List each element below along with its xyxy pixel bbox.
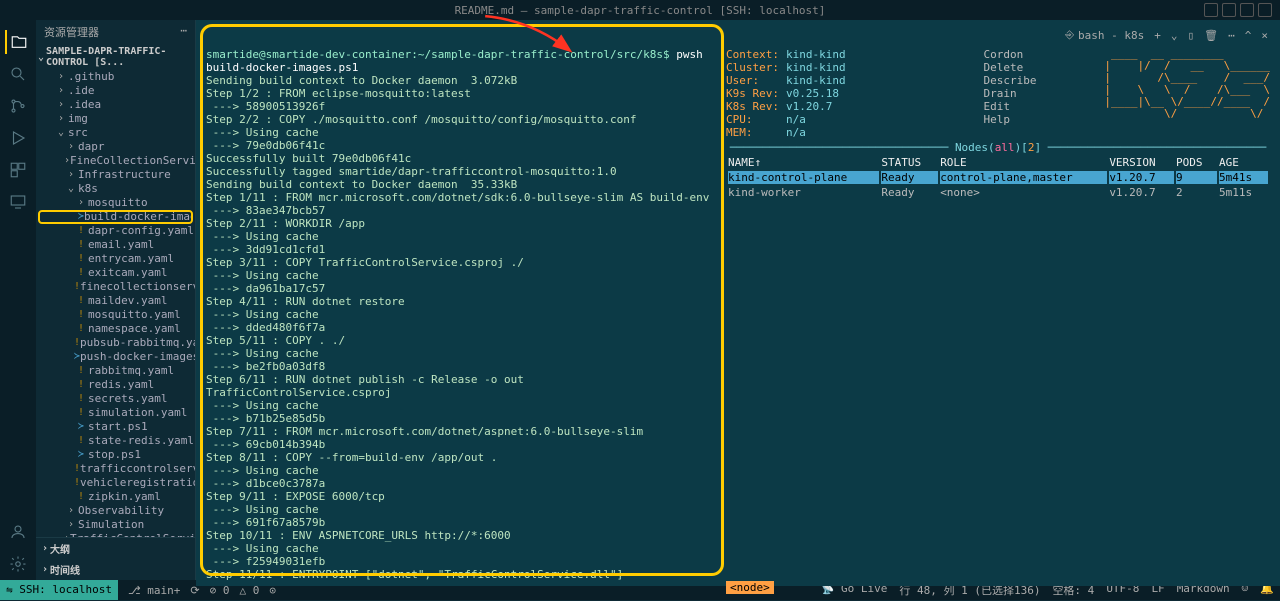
explorer-sidebar: 资源管理器 ⋯ ⌄ SAMPLE-DAPR-TRAFFIC-CONTROL [S…	[36, 20, 196, 580]
run-debug-icon[interactable]	[6, 126, 30, 150]
folder-item[interactable]: › Observability	[36, 504, 195, 518]
file-item[interactable]: ! trafficcontrolservice.yaml	[36, 462, 195, 476]
window-controls	[1204, 3, 1272, 17]
file-item[interactable]: ! secrets.yaml	[36, 392, 195, 406]
folder-item[interactable]: › FineCollectionService	[36, 154, 195, 168]
terminal-tab[interactable]: ⎆ bash - k8s	[1065, 28, 1144, 42]
file-item[interactable]: ! mosquitto.yaml	[36, 308, 195, 322]
trash-icon[interactable]: 🗑	[1204, 29, 1218, 42]
folder-item[interactable]: › .github	[36, 70, 195, 84]
file-item[interactable]: ! vehicleregistrationservice.yaml	[36, 476, 195, 490]
window-titlebar: README.md — sample-dapr-traffic-control …	[0, 0, 1280, 20]
explorer-icon[interactable]	[5, 30, 29, 54]
build-output[interactable]: smartide@smartide-dev-container:~/sample…	[200, 46, 720, 582]
k9s-logo: ____ __ ________ | |/ / __ \______ | /\_…	[1104, 48, 1270, 139]
split-icon[interactable]: ▯	[1188, 29, 1195, 42]
file-item[interactable]: ! simulation.yaml	[36, 406, 195, 420]
status-branch[interactable]: ⎇ main+	[128, 584, 180, 597]
folder-item[interactable]: › .idea	[36, 98, 195, 112]
file-item[interactable]: ! finecollectionservice.yaml	[36, 280, 195, 294]
layout-icon-1[interactable]	[1204, 3, 1218, 17]
file-item[interactable]: ! rabbitmq.yaml	[36, 364, 195, 378]
dropdown-icon[interactable]: ⌄	[1171, 29, 1178, 42]
file-item[interactable]: ! email.yaml	[36, 238, 195, 252]
file-tree[interactable]: › .github› .ide› .idea› img⌄ src› dapr› …	[36, 70, 195, 537]
file-item[interactable]: ! exitcam.yaml	[36, 266, 195, 280]
layout-icon-4[interactable]	[1258, 3, 1272, 17]
file-item[interactable]: ! namespace.yaml	[36, 322, 195, 336]
k9s-nodes-title: ───────────────────────────────── Nodes(…	[726, 141, 1270, 154]
terminal-panel[interactable]: ⎆ bash - k8s + ⌄ ▯ 🗑 ⋯ ^ × smartide@smar…	[196, 20, 1280, 586]
folder-item[interactable]: › mosquitto	[36, 196, 195, 210]
status-ssh[interactable]: ⇋ SSH: localhost	[0, 580, 118, 600]
outline-section[interactable]: ›大纲	[36, 538, 195, 559]
add-terminal-icon[interactable]: +	[1154, 29, 1161, 42]
folder-item[interactable]: ⌄ src	[36, 126, 195, 140]
k9s-panel[interactable]: Context:kind-kindCluster:kind-kindUser:k…	[720, 46, 1276, 582]
chevron-down-icon: ⌄	[38, 52, 44, 63]
k9s-context: Context:kind-kindCluster:kind-kindUser:k…	[726, 48, 846, 139]
workspace-header[interactable]: ⌄ SAMPLE-DAPR-TRAFFIC-CONTROL [S...	[36, 44, 195, 70]
k9s-actions: CordonDeleteDescribeDrainEditHelp	[914, 48, 1037, 139]
workspace-name: SAMPLE-DAPR-TRAFFIC-CONTROL [S...	[46, 46, 195, 68]
k9s-nodes-table[interactable]: NAME↑STATUSROLEVERSIONPODSAGEkind-contro…	[726, 154, 1270, 201]
file-item[interactable]: ! entrycam.yaml	[36, 252, 195, 266]
file-item[interactable]: ! pubsub-rabbitmq.yaml	[36, 336, 195, 350]
file-item[interactable]: ! maildev.yaml	[36, 294, 195, 308]
folder-item[interactable]: › Infrastructure	[36, 168, 195, 182]
file-item[interactable]: ! redis.yaml	[36, 378, 195, 392]
node-row[interactable]: kind-control-planeReadycontrol-plane,mas…	[728, 171, 1268, 184]
file-item[interactable]: ≻ build-docker-images.ps1	[38, 210, 193, 224]
close-icon[interactable]: ×	[1261, 29, 1268, 42]
settings-icon[interactable]	[6, 552, 30, 576]
account-icon[interactable]	[6, 520, 30, 544]
remote-icon[interactable]	[6, 190, 30, 214]
k9s-breadcrumb: <node>	[726, 581, 774, 594]
timeline-section[interactable]: ›时间线	[36, 559, 195, 580]
window-title: README.md — sample-dapr-traffic-control …	[455, 4, 826, 17]
file-item[interactable]: ! state-redis.yaml	[36, 434, 195, 448]
folder-item[interactable]: › dapr	[36, 140, 195, 154]
file-item[interactable]: ! zipkin.yaml	[36, 490, 195, 504]
folder-item[interactable]: ⌄ k8s	[36, 182, 195, 196]
chevron-right-icon: ›	[42, 543, 48, 554]
source-control-icon[interactable]	[6, 94, 30, 118]
node-row[interactable]: kind-workerReady<none>v1.20.725m11s	[728, 186, 1268, 199]
layout-icon-2[interactable]	[1222, 3, 1236, 17]
more-icon[interactable]: ⋯	[180, 24, 187, 40]
layout-icon-3[interactable]	[1240, 3, 1254, 17]
explorer-header: 资源管理器 ⋯	[36, 20, 195, 44]
file-item[interactable]: ≻ stop.ps1	[36, 448, 195, 462]
search-icon[interactable]	[6, 62, 30, 86]
extensions-icon[interactable]	[6, 158, 30, 182]
folder-item[interactable]: › img	[36, 112, 195, 126]
folder-item[interactable]: › .ide	[36, 84, 195, 98]
chevron-up-icon[interactable]: ^	[1245, 29, 1252, 42]
more-icon[interactable]: ⋯	[1228, 29, 1235, 42]
folder-item[interactable]: › Simulation	[36, 518, 195, 532]
file-item[interactable]: ≻ push-docker-images.ps1	[36, 350, 195, 364]
file-item[interactable]: ≻ start.ps1	[36, 420, 195, 434]
explorer-title: 资源管理器	[44, 24, 99, 40]
file-item[interactable]: ! dapr-config.yaml	[36, 224, 195, 238]
activity-bar	[0, 20, 36, 580]
chevron-right-icon: ›	[42, 564, 48, 575]
